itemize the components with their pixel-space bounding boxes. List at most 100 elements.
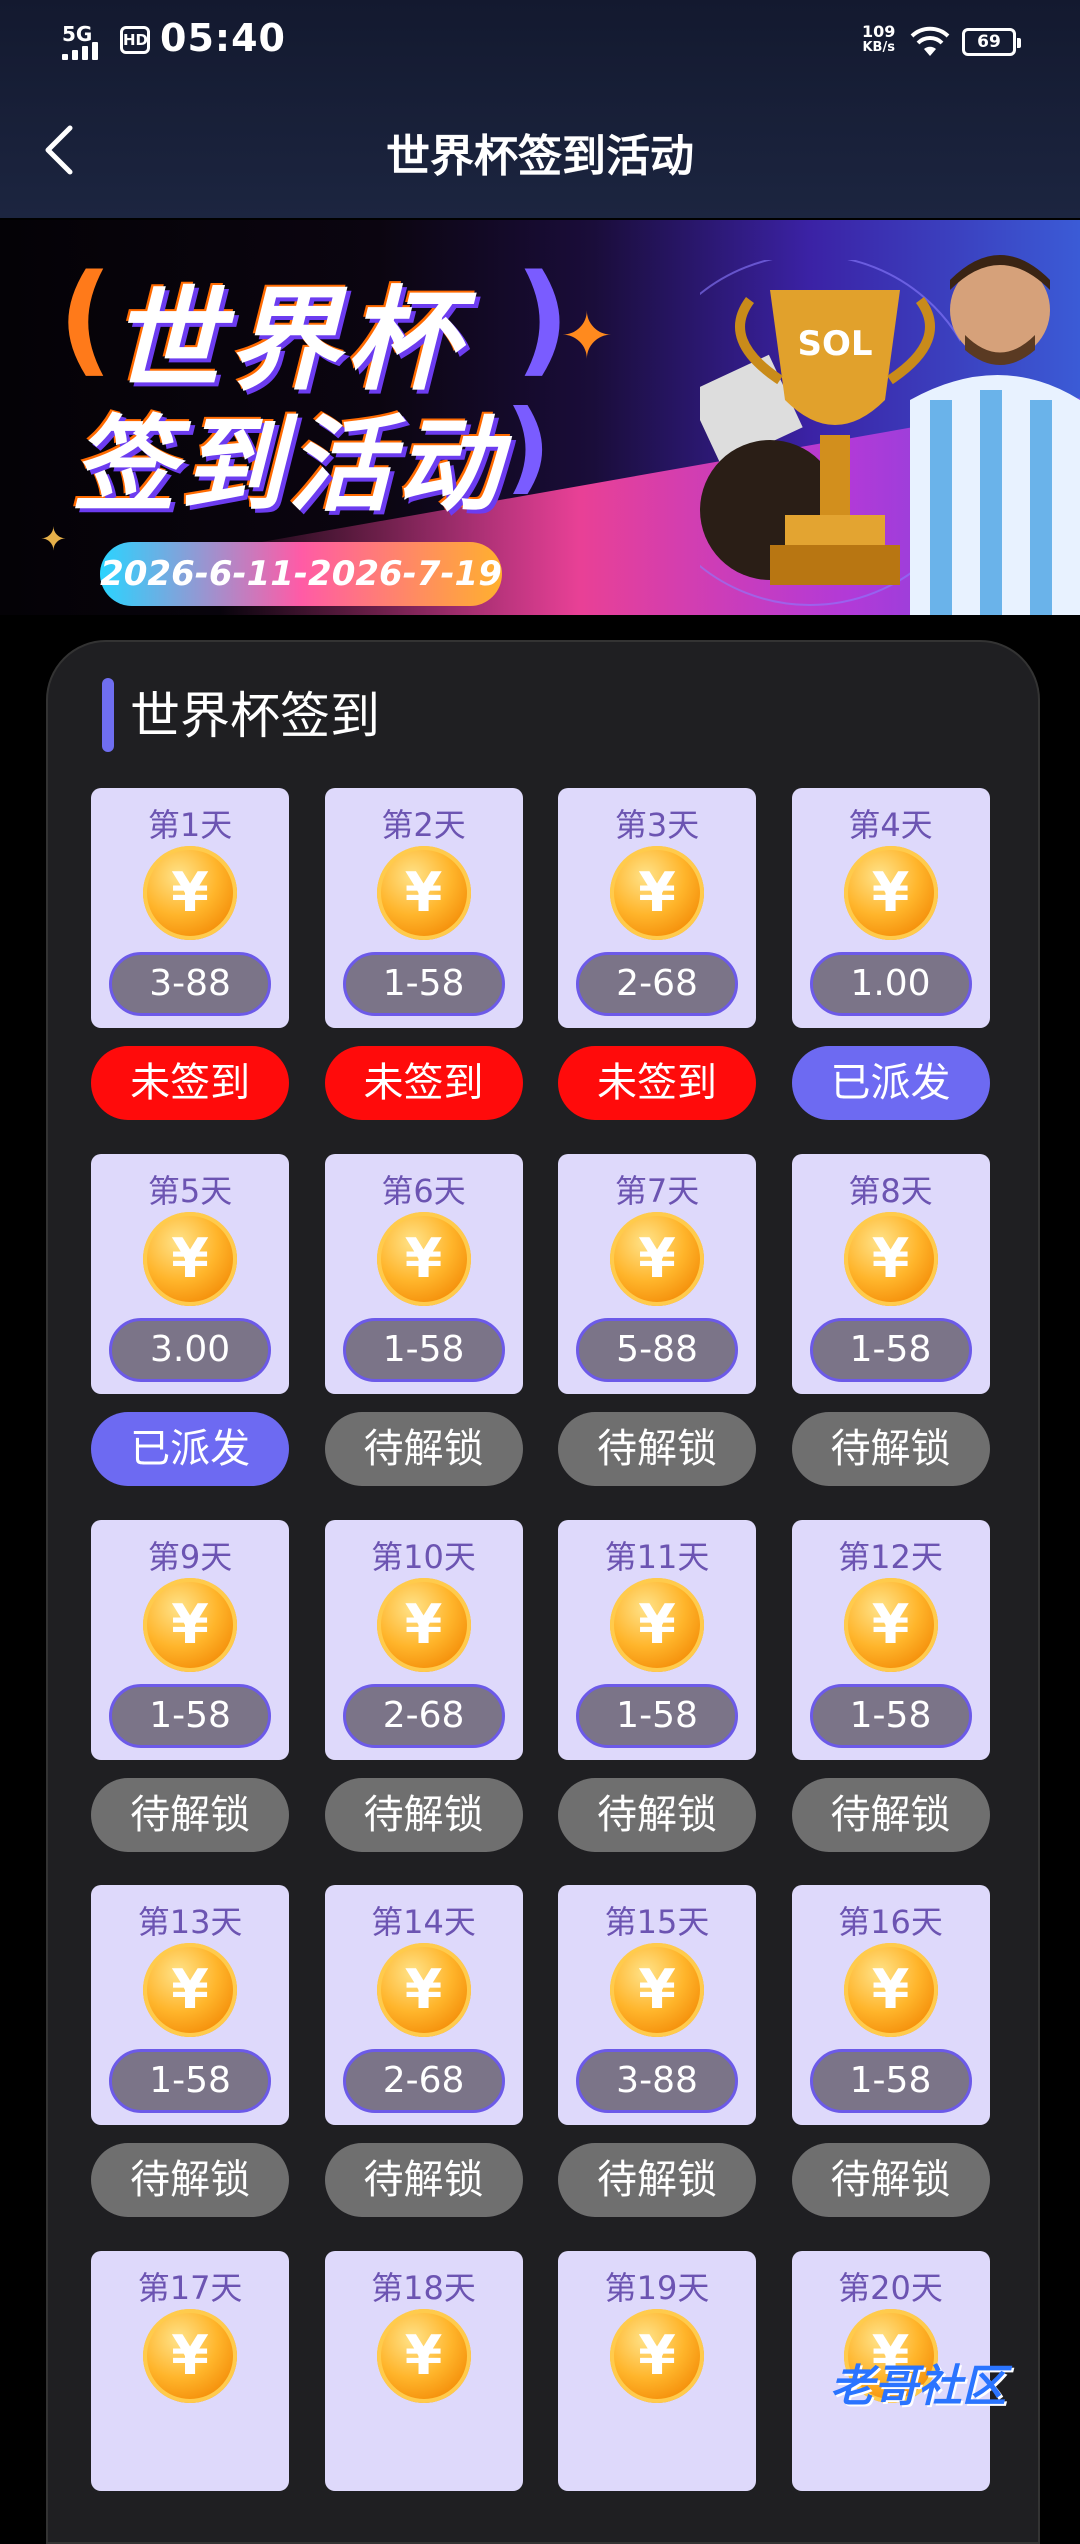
coin-symbol: ¥ (871, 1958, 910, 2022)
reward-amount: 1.00 (809, 952, 972, 1017)
coin-symbol: ¥ (171, 2323, 209, 2387)
reward-amount: 3.00 (109, 1318, 272, 1382)
banner-date: 2026-6-11-2026-7-19 (100, 542, 502, 606)
coin-symbol: ¥ (171, 1592, 209, 1656)
battery-icon: 69 (962, 28, 1021, 56)
day-tile[interactable]: 第6天 ¥1-58 (324, 1154, 523, 1394)
reward-amount: 2-68 (342, 2049, 505, 2114)
day-tile[interactable]: 第10天 ¥2-68 (324, 1519, 523, 1760)
day-tile[interactable]: 第18天 ¥ (324, 2250, 523, 2491)
day-tile[interactable]: 第15天 ¥3-88 (558, 1885, 757, 2126)
day-label: 第18天 (371, 2268, 476, 2307)
coin-icon: ¥ (143, 1943, 238, 2038)
coin-icon: ¥ (376, 1577, 471, 1672)
signal-icon (62, 38, 110, 60)
coin-icon: ¥ (843, 1577, 938, 1672)
reward-amount: 1-58 (342, 1318, 505, 1382)
day-tile[interactable]: 第11天 ¥1-58 (558, 1519, 757, 1760)
checkin-status-button[interactable]: 待解锁 (791, 1412, 990, 1486)
day-tile[interactable]: 第19天 ¥ (558, 2250, 757, 2491)
checkin-status-button[interactable]: 待解锁 (791, 1777, 990, 1852)
coin-icon: ¥ (610, 846, 705, 941)
coin-icon: ¥ (376, 2308, 471, 2403)
day-tile[interactable]: 第1天 ¥3-88 (91, 788, 290, 1029)
day-label: 第1天 (147, 806, 233, 845)
page-title: 世界杯签到活动 (386, 131, 694, 182)
coin-symbol: ¥ (638, 1958, 676, 2022)
day-tile[interactable]: 第3天 ¥2-68 (558, 788, 757, 1029)
day-tile[interactable]: 第9天 ¥1-58 (91, 1519, 290, 1760)
day-label: 第17天 (137, 2268, 243, 2307)
coin-symbol: ¥ (404, 2323, 443, 2387)
hd-icon: HD (120, 26, 150, 54)
reward-amount: 1-58 (809, 1318, 972, 1382)
day-tile[interactable]: 第7天 ¥5-88 (558, 1154, 757, 1394)
day-tile[interactable]: 第4天 ¥1.00 (791, 788, 990, 1029)
net-speed-unit: KB/s (862, 40, 895, 55)
checkin-status-button[interactable]: 未签到 (324, 1046, 523, 1121)
day-label: 第2天 (381, 806, 466, 845)
sparkle-icon: ✦ (560, 300, 614, 374)
reward-amount: 1-58 (109, 1683, 272, 1748)
day-tile[interactable]: 第12天 ¥1-58 (791, 1519, 990, 1760)
coin-symbol: ¥ (871, 861, 910, 925)
coin-icon: ¥ (376, 846, 471, 941)
coin-icon: ¥ (610, 1943, 705, 2038)
coin-icon: ¥ (843, 1212, 938, 1306)
reward-amount: 1-58 (342, 952, 505, 1017)
reward-amount: 1-58 (109, 2049, 272, 2114)
coin-symbol: ¥ (638, 1227, 676, 1290)
checkin-status-button[interactable]: 未签到 (558, 1046, 757, 1121)
checkin-status-button[interactable]: 待解锁 (91, 2143, 290, 2218)
coin-symbol: ¥ (171, 1227, 209, 1290)
checkin-status-button[interactable]: 未签到 (91, 1046, 290, 1121)
checkin-status-button[interactable]: 待解锁 (791, 2143, 990, 2218)
reward-amount: 3-88 (576, 2049, 739, 2114)
day-label: 第6天 (381, 1172, 466, 1210)
day-tile[interactable]: 第13天 ¥1-58 (91, 1885, 290, 2126)
coin-symbol: ¥ (404, 1592, 443, 1656)
reward-amount: 5-88 (576, 1318, 739, 1382)
day-tile[interactable]: 第17天 ¥ (91, 2250, 290, 2491)
reward-amount: 3-88 (109, 952, 272, 1017)
day-tile[interactable]: 第8天 ¥1-58 (791, 1154, 990, 1394)
reward-amount: 2-68 (342, 1683, 505, 1748)
reward-amount: 1-58 (809, 2049, 972, 2114)
checkin-status-button[interactable]: 待解锁 (558, 1412, 757, 1486)
sparkle-icon-small: ✦ (40, 520, 67, 558)
checkin-status-button[interactable]: 待解锁 (558, 1777, 757, 1852)
day-tile[interactable]: 第14天 ¥2-68 (324, 1885, 523, 2126)
day-tile[interactable]: 第5天 ¥3.00 (91, 1154, 290, 1394)
checkin-status-button[interactable]: 待解锁 (324, 2143, 523, 2218)
day-label: 第14天 (371, 1903, 476, 1942)
coin-symbol: ¥ (638, 1592, 676, 1656)
day-label: 第5天 (147, 1172, 233, 1210)
checkin-card: 世界杯签到 第1天 ¥3-88 未签到 第2天 ¥1-58 未签到 第3天 ¥2-68 未签到第… (46, 640, 1040, 2544)
checkin-status-button[interactable]: 待解锁 (91, 1777, 290, 1852)
checkin-status-button[interactable]: 已派发 (91, 1412, 290, 1486)
event-banner[interactable]: ( ) ) ✦ ✦ 世界杯 签到活动 2026-6-11-2026-7-19 S… (0, 220, 1080, 615)
checkin-status-button[interactable]: 待解锁 (324, 1412, 523, 1486)
day-label: 第8天 (848, 1172, 933, 1210)
coin-icon: ¥ (143, 846, 238, 941)
day-label: 第10天 (371, 1537, 476, 1576)
trophy-text: SOL (797, 324, 872, 364)
checkin-status-button[interactable]: 待解锁 (324, 1777, 523, 1852)
day-tile[interactable]: 第2天 ¥1-58 (324, 788, 523, 1029)
day-label: 第12天 (838, 1537, 943, 1576)
bracket-left: ( (58, 250, 113, 389)
reward-amount: 2-68 (576, 952, 739, 1017)
day-tile[interactable]: 第16天 ¥1-58 (791, 1885, 990, 2126)
coin-icon: ¥ (843, 846, 938, 941)
coin-symbol: ¥ (638, 861, 676, 925)
banner-title-line2: 签到活动 (72, 404, 505, 526)
coin-icon: ¥ (610, 1577, 705, 1672)
coin-symbol: ¥ (171, 1958, 209, 2022)
coin-symbol: ¥ (404, 1227, 443, 1290)
coin-symbol: ¥ (638, 2323, 676, 2387)
day-label: 第3天 (614, 806, 700, 845)
checkin-status-button[interactable]: 已派发 (791, 1046, 990, 1121)
checkin-status-button[interactable]: 待解锁 (558, 2143, 757, 2218)
coin-symbol: ¥ (404, 861, 443, 925)
day-label: 第4天 (848, 806, 933, 845)
